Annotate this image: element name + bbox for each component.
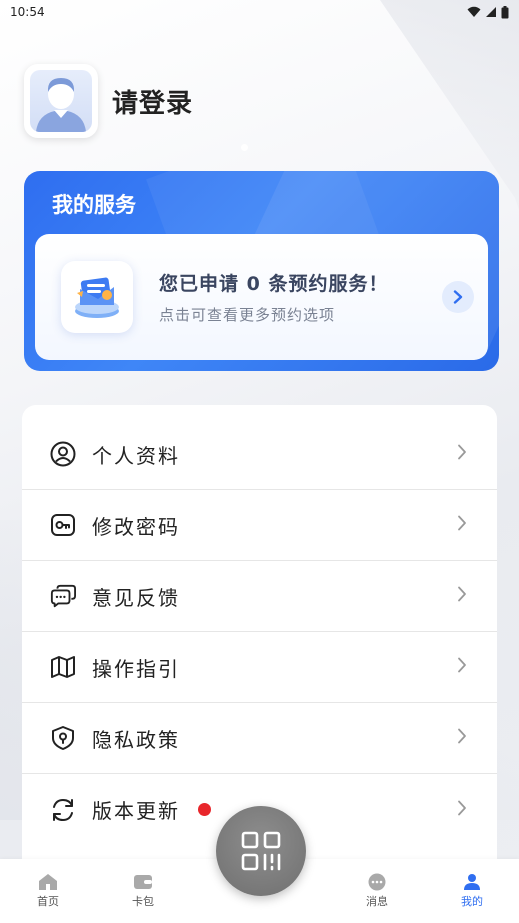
appointment-hint: 点击可查看更多预约选项 bbox=[159, 306, 336, 324]
avatar[interactable] bbox=[24, 64, 98, 138]
chevron-right-icon bbox=[457, 657, 467, 677]
refresh-icon bbox=[50, 797, 76, 823]
chevron-right-icon bbox=[457, 800, 467, 820]
chat-bubbles-icon bbox=[50, 583, 76, 609]
menu-item-label: 意见反馈 bbox=[92, 585, 180, 610]
nav-label: 消息 bbox=[366, 895, 388, 908]
message-icon bbox=[368, 873, 386, 891]
nav-mine[interactable]: 我的 bbox=[442, 859, 502, 923]
chevron-right-icon[interactable] bbox=[442, 281, 474, 313]
menu-item-label: 操作指引 bbox=[92, 656, 180, 681]
shield-location-icon bbox=[50, 725, 76, 751]
nav-home[interactable]: 首页 bbox=[18, 859, 78, 923]
wallet-icon bbox=[134, 875, 152, 889]
nav-label: 首页 bbox=[37, 895, 59, 908]
wifi-icon bbox=[467, 6, 481, 17]
menu-item-label: 个人资料 bbox=[92, 443, 180, 468]
map-icon bbox=[50, 654, 76, 680]
menu-item-change-password[interactable]: 修改密码 bbox=[22, 490, 497, 561]
appointment-text: 您已申请 0 条预约服务！ 点击可查看更多预约选项 bbox=[159, 269, 388, 325]
nav-label: 我的 bbox=[461, 895, 483, 908]
menu-item-label: 版本更新 bbox=[92, 799, 180, 823]
status-bar: 10:54 bbox=[0, 0, 519, 24]
screen: 10:54 请登录 我的服务 您已申请 0 条预约服务！ 点击可查看更多预约选项… bbox=[0, 0, 519, 923]
scan-qr-button[interactable] bbox=[216, 806, 306, 896]
key-icon bbox=[50, 512, 76, 538]
user-circle-icon bbox=[50, 441, 76, 467]
home-icon bbox=[39, 874, 57, 890]
qr-code-icon bbox=[241, 831, 281, 871]
appointment-icon bbox=[61, 261, 133, 333]
status-time: 10:54 bbox=[10, 5, 45, 19]
update-badge bbox=[198, 803, 211, 816]
my-services-card: 我的服务 您已申请 0 条预约服务！ 点击可查看更多预约选项 bbox=[24, 171, 499, 371]
nav-label: 卡包 bbox=[132, 895, 154, 908]
appointment-count: 您已申请 0 条预约服务！ bbox=[159, 273, 389, 295]
nav-messages[interactable]: 消息 bbox=[347, 859, 407, 923]
nav-wallet[interactable]: 卡包 bbox=[113, 859, 173, 923]
settings-menu: 个人资料 修改密码 意见反馈 操作指引 隐私政策 版本更新 bbox=[22, 405, 497, 875]
default-avatar-icon bbox=[30, 70, 92, 132]
page-indicator-dot bbox=[241, 144, 248, 151]
appointment-summary[interactable]: 您已申请 0 条预约服务！ 点击可查看更多预约选项 bbox=[35, 234, 488, 360]
menu-item-feedback[interactable]: 意见反馈 bbox=[22, 561, 497, 632]
menu-item-guide[interactable]: 操作指引 bbox=[22, 632, 497, 703]
status-icons bbox=[467, 5, 509, 19]
battery-icon bbox=[501, 5, 509, 18]
menu-item-profile[interactable]: 个人资料 bbox=[22, 419, 497, 490]
signal-icon bbox=[486, 7, 496, 17]
menu-item-label: 修改密码 bbox=[92, 514, 180, 539]
chevron-right-icon bbox=[457, 444, 467, 464]
profile-header[interactable]: 请登录 bbox=[24, 64, 193, 138]
person-icon bbox=[464, 874, 480, 890]
services-title: 我的服务 bbox=[52, 193, 136, 217]
login-prompt[interactable]: 请登录 bbox=[112, 83, 193, 120]
menu-item-label: 隐私政策 bbox=[92, 727, 180, 752]
chevron-right-icon bbox=[457, 728, 467, 748]
chevron-right-icon bbox=[457, 515, 467, 535]
menu-item-privacy[interactable]: 隐私政策 bbox=[22, 703, 497, 774]
chevron-right-icon bbox=[457, 586, 467, 606]
